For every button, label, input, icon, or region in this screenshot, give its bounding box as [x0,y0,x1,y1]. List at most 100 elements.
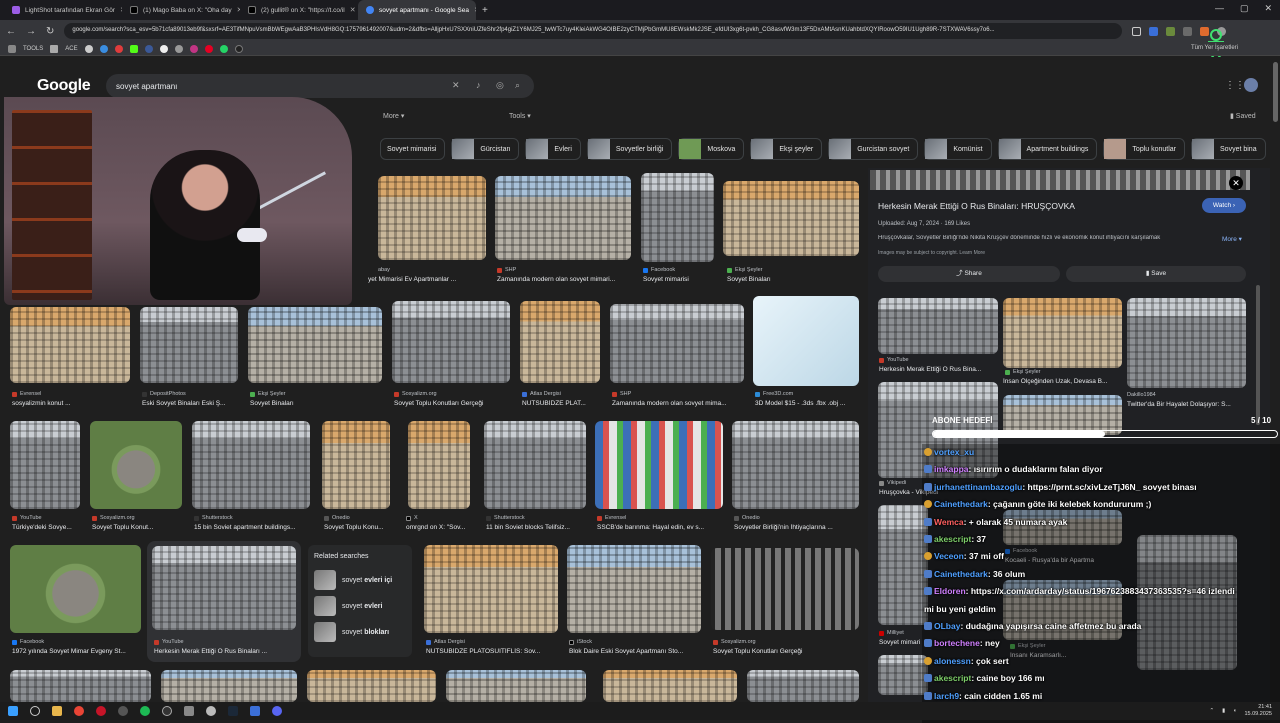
extension-icon[interactable] [1183,26,1192,36]
related-search-item[interactable]: sovyet blokları [314,619,406,645]
result-image[interactable] [322,421,390,509]
result-caption[interactable]: Herkesin Merak Ettiği O Rus Binaları ... [154,648,296,655]
extension-icon[interactable] [1149,26,1158,36]
browser-tab[interactable]: LightShot tarafından Ekran Gör✕ [4,0,122,20]
forward-icon[interactable]: → [26,26,36,37]
new-tab-icon[interactable]: + [476,5,494,16]
result-caption[interactable]: 1972 yılında Sovyet Mimar Evgeny St... [12,648,142,655]
preview-image[interactable] [870,170,1250,190]
result-image[interactable] [392,301,510,383]
result-caption[interactable]: Sovyet mimari [879,639,924,646]
chip[interactable]: Ekşi şeyler [750,138,823,160]
tray-chevron-icon[interactable]: ⌃ [1210,708,1215,714]
save-button[interactable]: ▮ Save [1066,266,1246,282]
result-caption[interactable]: Sovyet Toplu Konut... [92,524,182,531]
result-caption[interactable]: Sovyet Toplu Konutları Gerçeği [713,648,859,655]
taskbar-search-icon[interactable] [30,706,40,716]
bookmark-icon[interactable] [114,44,123,53]
result-caption[interactable]: Sovyet Toplu Konutları Gerçeği [394,400,510,407]
bookmark-icon[interactable] [219,44,228,53]
result-caption[interactable]: NUTSUBİDZE PLAT... [522,400,600,407]
chip[interactable]: Komünist [924,138,992,160]
more-menu[interactable]: More ▾ [383,112,404,120]
close-tab-icon[interactable]: ✕ [350,6,356,14]
result-image[interactable] [484,421,586,509]
search-box[interactable]: sovyet apartmanı ✕ ♪ ◎ ⌕ [106,74,534,98]
clear-icon[interactable]: ✕ [452,80,460,91]
result-image[interactable] [10,545,141,633]
extension-icon[interactable] [1166,26,1175,36]
apps-icon[interactable] [8,44,16,53]
result-image[interactable] [90,421,182,509]
back-icon[interactable]: ← [6,26,16,37]
app-icon[interactable] [250,706,260,716]
result-image[interactable] [711,548,859,630]
bookmark-icon[interactable] [159,44,168,53]
bookmark-folder-ace[interactable]: ACE [65,46,77,52]
result-image[interactable] [192,421,310,509]
result-caption[interactable]: sosyalizmin konut ... [12,400,130,407]
panel-scrollbar[interactable] [1256,285,1260,425]
related-search-item[interactable]: sovyet evleri [314,593,406,619]
clock[interactable]: 21:41 15.09.2025 [1244,704,1272,718]
browser-tab[interactable]: (2) gullit® on X: "https://t.co/il ✕ [240,0,358,20]
chrome-icon[interactable] [74,706,84,716]
chip[interactable]: Gürcistan [451,138,520,160]
result-caption[interactable]: NUTSUBİDZE PLATOSUITİFLİS: Sov... [426,648,558,655]
result-image[interactable] [424,545,558,633]
result-image[interactable] [603,670,737,702]
related-image[interactable] [878,655,928,695]
settings-icon[interactable] [206,706,216,716]
result-image[interactable] [378,176,486,260]
result-image[interactable] [307,670,436,702]
chip[interactable]: Apartment buildings [997,138,1098,160]
saved-link[interactable]: ▮ Saved [1230,112,1256,120]
app-icon[interactable] [184,706,194,716]
result-image[interactable] [495,176,631,260]
result-caption[interactable]: Sovyetler Birliği'nin İhtiyaçlarına ... [734,524,859,531]
result-caption[interactable]: SSCB'de barınma: Hayal edin, ev s... [597,524,723,531]
result-caption[interactable]: Türkiye'deki Sovye... [12,524,82,531]
result-caption[interactable]: Blok Daire Eski Sovyet Apartmanı Sto... [569,648,701,655]
page-scrollbar[interactable] [1273,62,1278,122]
tools-menu[interactable]: Tools ▾ [509,112,531,120]
result-caption[interactable]: omrgnd on X: "Sov... [406,524,478,531]
bookmark-folder-tools[interactable]: TOOLS [23,46,43,52]
result-image[interactable] [723,181,859,256]
bookmark-icon[interactable] [84,44,93,53]
result-caption[interactable]: Sovyet mimarisi [643,276,715,283]
result-image[interactable] [641,173,714,262]
bookmark-icon[interactable] [144,44,153,53]
result-image[interactable] [152,546,296,630]
result-image[interactable] [753,296,859,386]
close-panel-icon[interactable]: ✕ [1229,176,1243,190]
browser-tab-active[interactable]: sovyet apartmanı - Google Sea✕ [358,0,476,20]
result-image[interactable] [747,670,859,702]
chip[interactable]: Gurcistan sovyet [828,138,919,160]
result-caption[interactable]: İnsan Ölçeğinden Uzak, Devasa B... [1003,378,1122,385]
opera-icon[interactable] [96,706,106,716]
star-icon[interactable] [1132,26,1141,36]
bookmark-icon[interactable] [204,44,213,53]
chip[interactable]: Evleri [525,138,581,160]
result-caption[interactable]: Sovyet Binaları [727,276,859,283]
result-image[interactable] [520,301,600,383]
related-image[interactable] [1127,298,1246,388]
file-explorer-icon[interactable] [52,706,62,716]
related-image[interactable] [878,298,998,354]
url-field[interactable]: google.com/search?sca_esv=5b71cfa89013eb… [64,23,1122,39]
result-caption[interactable]: 15 bin Soviet apartment buildings... [194,524,310,531]
microphone-icon[interactable]: ♪ [476,80,481,90]
chip[interactable]: Sovyet mimarisi [380,138,446,160]
more-description-button[interactable]: More ▾ [1222,235,1242,243]
result-caption[interactable]: 3D Model $15 - .3ds .fbx .obj ... [755,400,859,407]
share-button[interactable]: ⤴ Share [878,266,1060,282]
related-image[interactable] [1003,298,1122,368]
result-caption[interactable]: Twitter'da Bir Hayalet Dolaşıyor: S... [1127,401,1246,408]
bookmark-icon[interactable] [234,44,243,53]
minimize-icon[interactable]: — [1215,3,1224,14]
app-icon[interactable] [118,706,128,716]
network-icon[interactable]: ▮ [1222,708,1225,714]
chip[interactable]: Moskova [678,138,745,160]
browser-tab[interactable]: (1) Mago Baba on X: "Oha day ✕ [122,0,240,20]
